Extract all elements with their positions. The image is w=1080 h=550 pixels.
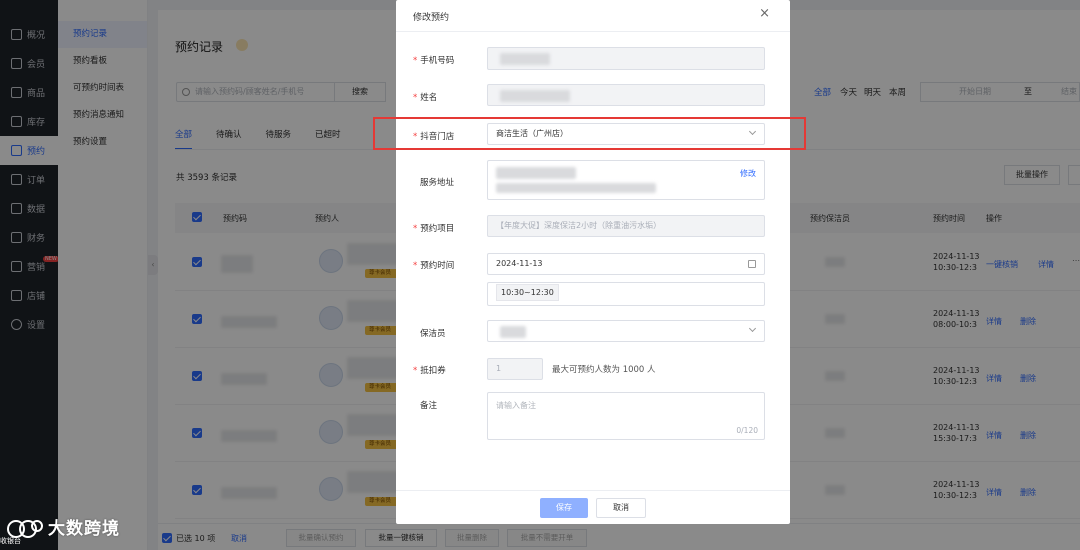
blurred-cleaner-value — [500, 326, 526, 338]
date-picker[interactable]: 2024-11-13 — [487, 253, 765, 275]
phone-label-text: 手机号码 — [420, 56, 455, 66]
project-label: * 预约项目 — [413, 224, 455, 234]
close-icon[interactable]: × — [759, 6, 770, 21]
date-value: 2024-11-13 — [496, 259, 543, 268]
project-label-text: 预约项目 — [420, 224, 455, 234]
edit-reservation-modal: 修改预约 × * 手机号码 * 姓名 * 抖音门店 商洁生活（广州店） 服务地址 修改… — [396, 0, 790, 524]
blurred-address-line1 — [496, 167, 576, 179]
blurred-phone — [500, 53, 550, 65]
highlight-box — [373, 117, 806, 150]
voucher-label-text: 抵扣券 — [420, 366, 446, 376]
name-label-text: 姓名 — [420, 93, 438, 103]
voucher-hint: 最大可预约人数为 1000 人 — [552, 365, 656, 375]
watermark-text: 大数跨境 — [48, 519, 120, 539]
chevron-down-icon — [748, 324, 757, 333]
time-slot-tag[interactable]: 10:30~12:30 — [496, 284, 559, 301]
note-label: 备注 — [420, 401, 438, 411]
edit-address-link[interactable]: 修改 — [740, 168, 756, 179]
cleaner-select[interactable] — [487, 320, 765, 342]
modal-title: 修改预约 — [413, 13, 450, 23]
note-placeholder: 请输入备注 — [496, 401, 536, 410]
service-address-box: 修改 — [487, 160, 765, 200]
note-textarea[interactable]: 请输入备注 0/120 — [487, 392, 765, 440]
voucher-field: 1 — [487, 358, 543, 380]
time-label-text: 预约时间 — [420, 261, 455, 271]
cashier-label: 收银台 — [0, 537, 21, 545]
time-slot-field[interactable]: 10:30~12:30 — [487, 282, 765, 306]
phone-label: * 手机号码 — [413, 56, 455, 66]
modal-header-divider — [396, 31, 790, 32]
name-label: * 姓名 — [413, 93, 438, 103]
calendar-icon — [748, 260, 756, 268]
cleaner-label: 保洁员 — [420, 329, 446, 339]
modal-footer-divider — [396, 490, 790, 491]
name-field — [487, 84, 765, 106]
address-label: 服务地址 — [420, 178, 455, 188]
time-label: * 预约时间 — [413, 261, 455, 271]
blurred-name-value — [500, 90, 570, 102]
watermark: 大数跨境 — [6, 514, 120, 541]
cancel-button[interactable]: 取消 — [596, 498, 646, 518]
phone-field — [487, 47, 765, 70]
voucher-label: * 抵扣券 — [413, 366, 446, 376]
project-field: 【年度大促】深度保洁2小时（除重油污水垢） — [487, 215, 765, 237]
blurred-address-line2 — [496, 183, 656, 193]
note-char-count: 0/120 — [736, 426, 758, 435]
save-button[interactable]: 保存 — [540, 498, 588, 518]
